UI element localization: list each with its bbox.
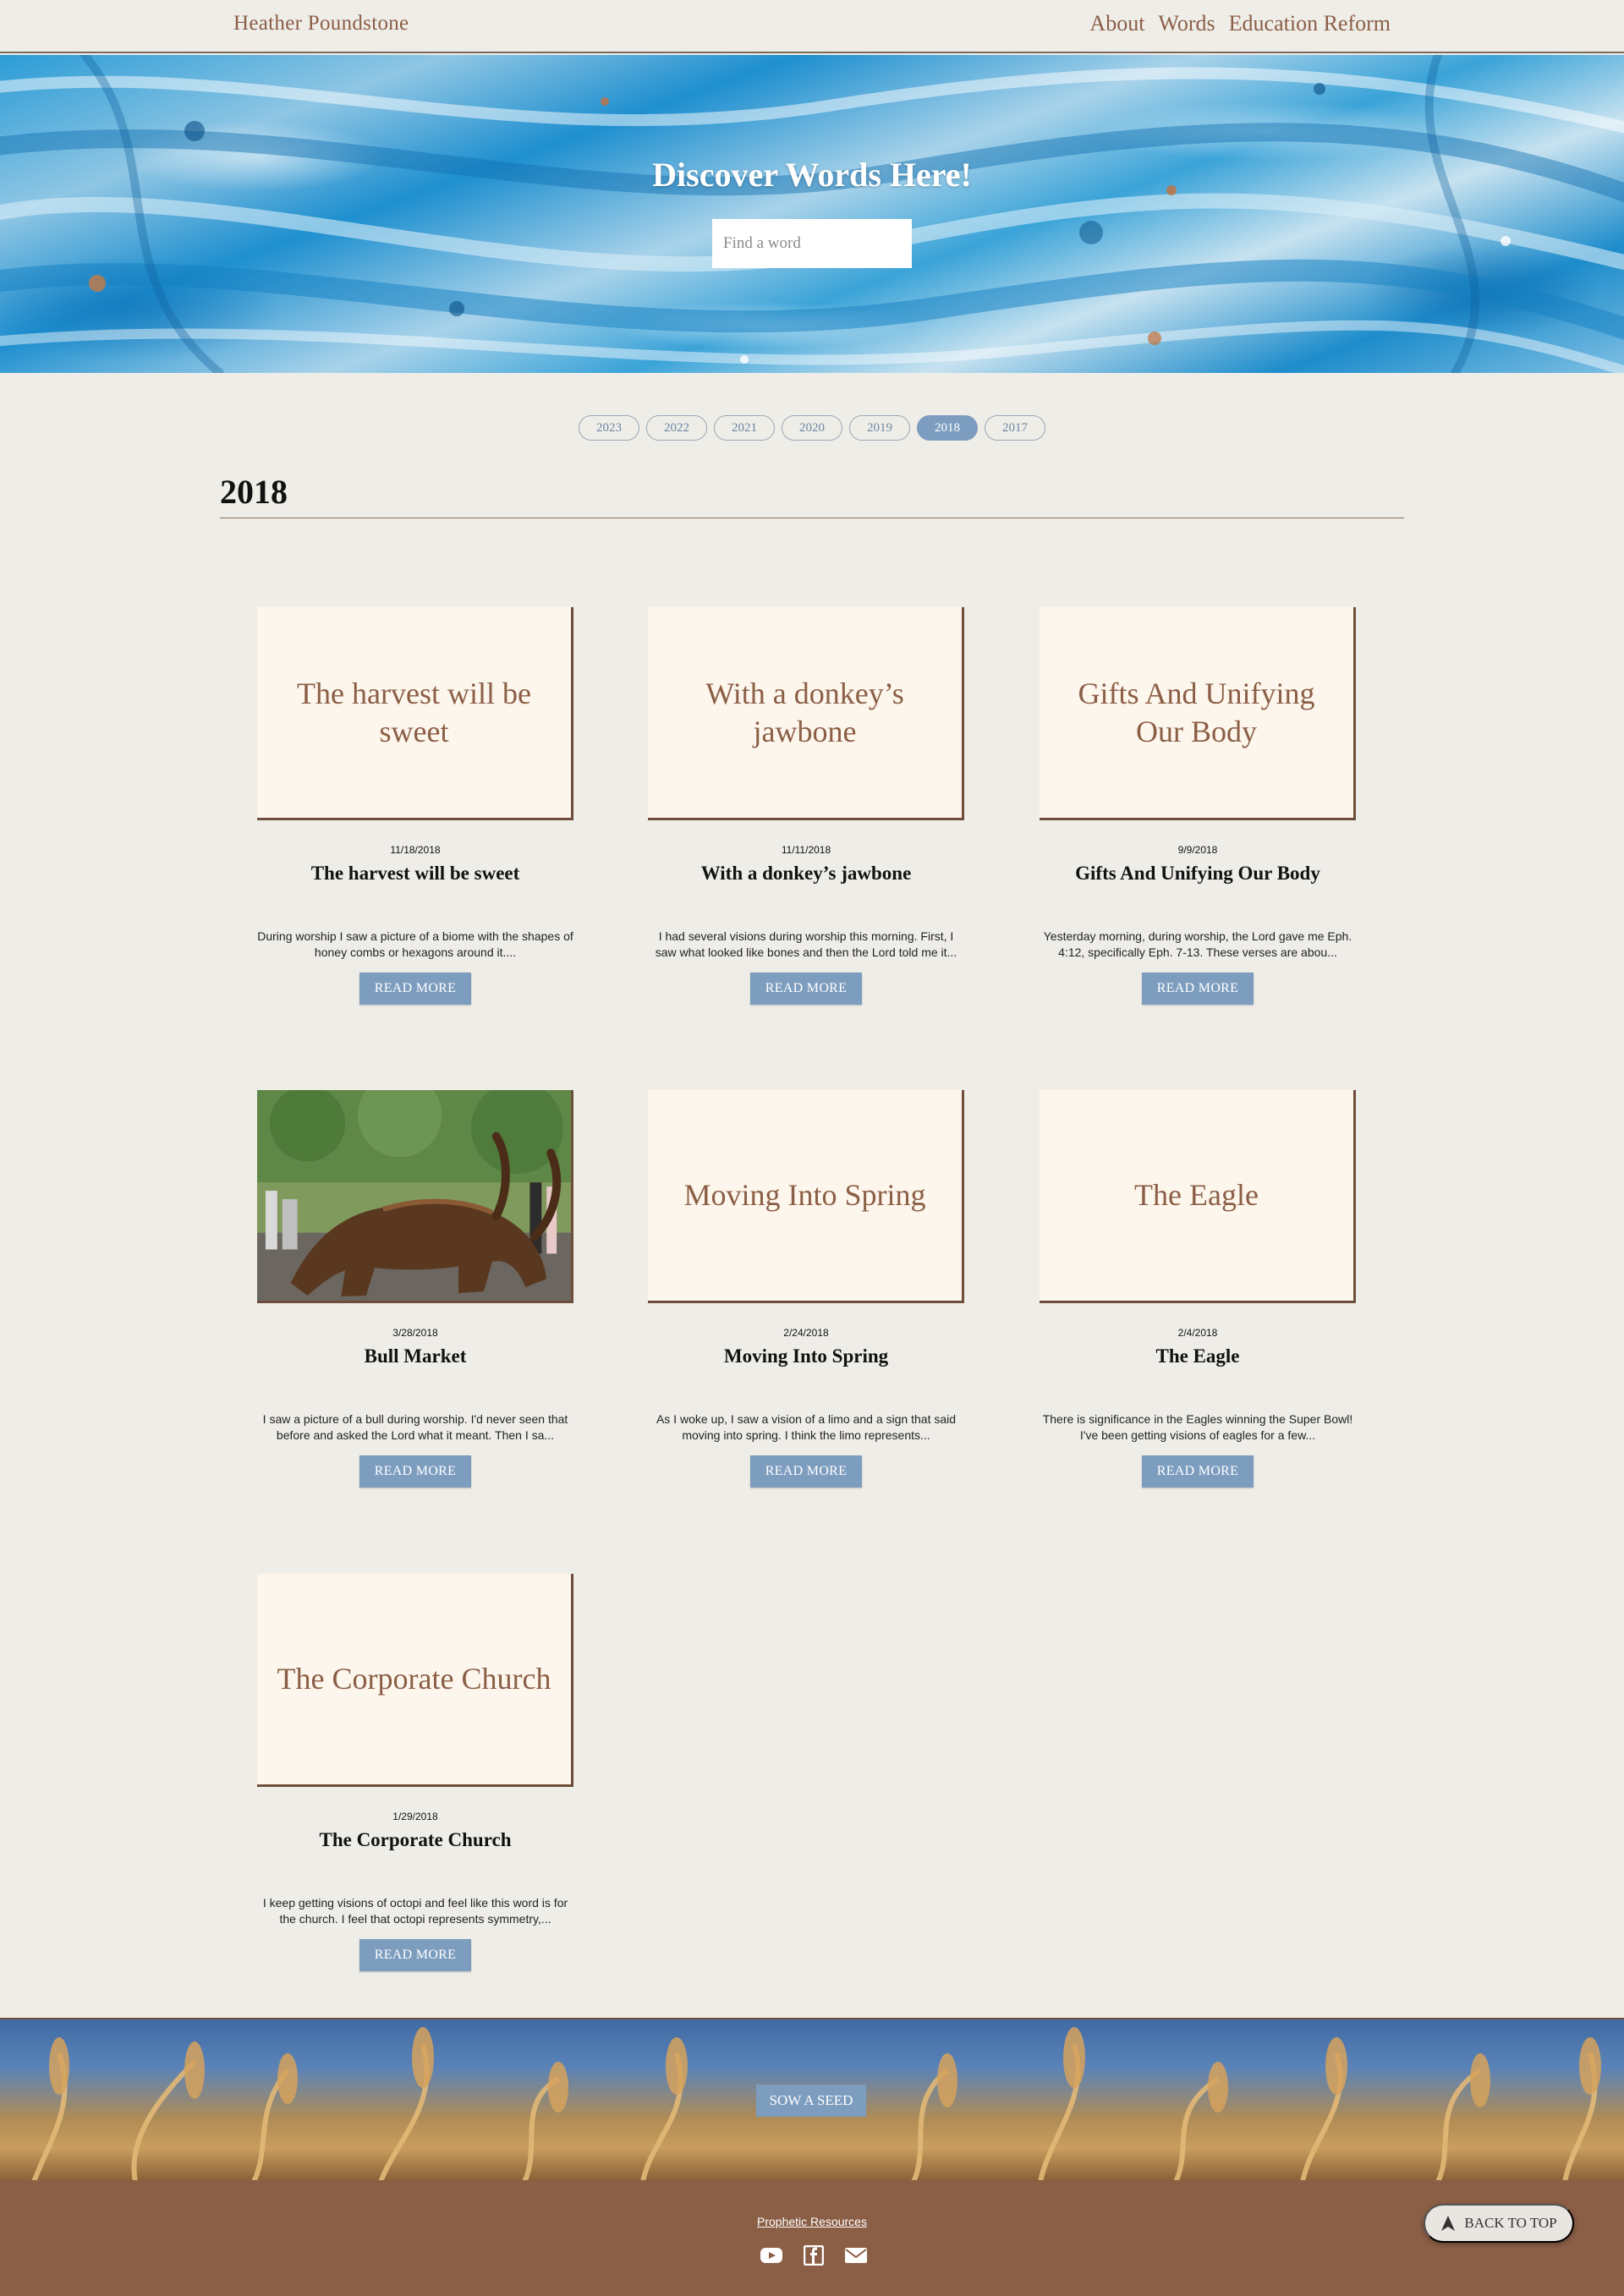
post-card: The Corporate Church 1/29/2018 The Corpo… <box>257 1574 573 1971</box>
thumbnail-title: With a donkey’s jawbone <box>705 676 904 748</box>
marbled-background <box>0 55 1624 373</box>
bull-statue-photo[interactable] <box>257 1090 573 1303</box>
post-card: With a donkey’s jawbone 11/11/2018 With … <box>648 607 964 1005</box>
read-more-button[interactable]: READ MORE <box>359 973 471 1005</box>
year-pill-2019[interactable]: 2019 <box>849 415 910 441</box>
read-more-button[interactable]: READ MORE <box>359 1455 471 1488</box>
post-title[interactable]: Bull Market <box>257 1345 573 1367</box>
site-footer: Prophetic Resources <box>0 2180 1624 2296</box>
social-links <box>760 2244 868 2266</box>
thumbnail-title: The harvest will be sweet <box>297 676 531 748</box>
read-more-button[interactable]: READ MORE <box>359 1939 471 1971</box>
thumbnail-title: The Corporate Church <box>277 1662 551 1696</box>
post-card: Moving Into Spring 2/24/2018 Moving Into… <box>648 1090 964 1488</box>
post-thumbnail[interactable]: The Eagle <box>1040 1090 1356 1303</box>
nav-words[interactable]: Words <box>1158 11 1215 36</box>
post-excerpt: I keep getting visions of octopi and fee… <box>262 1896 568 1926</box>
post-excerpt: I had several visions during worship thi… <box>655 929 957 959</box>
site-header: Heather Poundstone About Words Education… <box>0 0 1624 53</box>
post-date: 11/18/2018 <box>390 844 441 856</box>
post-title[interactable]: The Eagle <box>1040 1345 1356 1367</box>
post-card: Gifts And Unifying Our Body 9/9/2018 Gif… <box>1040 607 1356 1005</box>
post-card: The Eagle 2/4/2018 The Eagle There is si… <box>1040 1090 1356 1488</box>
post-excerpt: Yesterday morning, during worship, the L… <box>1043 929 1352 959</box>
facebook-icon[interactable] <box>802 2244 826 2266</box>
post-thumbnail[interactable]: With a donkey’s jawbone <box>648 607 964 820</box>
youtube-icon[interactable] <box>760 2244 783 2266</box>
year-filter: 2023 2022 2021 2020 2019 2018 2017 <box>0 415 1624 441</box>
post-title[interactable]: The harvest will be sweet <box>257 863 573 885</box>
post-thumbnail[interactable]: The harvest will be sweet <box>257 607 573 820</box>
email-icon[interactable] <box>844 2244 868 2266</box>
post-card: The harvest will be sweet 11/18/2018 The… <box>257 607 573 1005</box>
post-date: 9/9/2018 <box>1177 844 1218 856</box>
arrow-up-icon <box>1441 2216 1456 2231</box>
thumbnail-title: Gifts And Unifying Our Body <box>1078 676 1315 748</box>
year-pill-2023[interactable]: 2023 <box>579 415 639 441</box>
year-pill-2022[interactable]: 2022 <box>646 415 707 441</box>
year-pill-2020[interactable]: 2020 <box>782 415 842 441</box>
hero-title: Discover Words Here! <box>652 156 972 194</box>
post-title[interactable]: The Corporate Church <box>257 1829 573 1851</box>
hero-banner: Discover Words Here! <box>0 55 1624 373</box>
post-excerpt: I saw a picture of a bull during worship… <box>262 1412 568 1442</box>
post-date: 11/11/2018 <box>781 844 831 856</box>
nav-about[interactable]: About <box>1089 11 1144 36</box>
read-more-button[interactable]: READ MORE <box>750 973 862 1005</box>
post-title[interactable]: Moving Into Spring <box>648 1345 964 1367</box>
post-date: 3/28/2018 <box>392 1327 438 1339</box>
read-more-button[interactable]: READ MORE <box>1142 973 1254 1005</box>
year-pill-2017[interactable]: 2017 <box>985 415 1045 441</box>
wheat-banner: SOW A SEED <box>0 2018 1624 2180</box>
main-nav: About Words Education Reform <box>1089 11 1391 36</box>
read-more-button[interactable]: READ MORE <box>1142 1455 1254 1488</box>
post-title[interactable]: Gifts And Unifying Our Body <box>1040 863 1356 885</box>
sow-a-seed-button[interactable]: SOW A SEED <box>756 2085 866 2117</box>
prophetic-resources-link[interactable]: Prophetic Resources <box>0 2215 1624 2228</box>
post-card: 3/28/2018 Bull Market I saw a picture of… <box>257 1090 573 1488</box>
back-to-top-button[interactable]: BACK TO TOP <box>1424 2204 1574 2243</box>
post-thumbnail[interactable]: Gifts And Unifying Our Body <box>1040 607 1356 820</box>
back-to-top-label: BACK TO TOP <box>1464 2215 1557 2231</box>
post-excerpt: As I woke up, I saw a vision of a limo a… <box>656 1412 957 1442</box>
post-date: 1/29/2018 <box>392 1811 438 1822</box>
post-excerpt: There is significance in the Eagles winn… <box>1042 1412 1353 1442</box>
read-more-button[interactable]: READ MORE <box>750 1455 862 1488</box>
thumbnail-title: The Eagle <box>1134 1178 1259 1212</box>
word-search-input[interactable] <box>712 219 912 268</box>
post-thumbnail[interactable]: Moving Into Spring <box>648 1090 964 1303</box>
bull-image <box>257 1090 571 1301</box>
year-heading: 2018 <box>220 473 288 511</box>
post-title[interactable]: With a donkey’s jawbone <box>648 863 964 885</box>
nav-education-reform[interactable]: Education Reform <box>1229 11 1391 36</box>
post-thumbnail[interactable]: The Corporate Church <box>257 1574 573 1787</box>
thumbnail-title: Moving Into Spring <box>683 1178 926 1212</box>
post-date: 2/24/2018 <box>783 1327 829 1339</box>
post-date: 2/4/2018 <box>1177 1327 1218 1339</box>
year-pill-2021[interactable]: 2021 <box>714 415 775 441</box>
brand-link[interactable]: Heather Poundstone <box>233 12 409 36</box>
post-excerpt: During worship I saw a picture of a biom… <box>257 929 573 959</box>
year-pill-2018[interactable]: 2018 <box>917 415 978 441</box>
